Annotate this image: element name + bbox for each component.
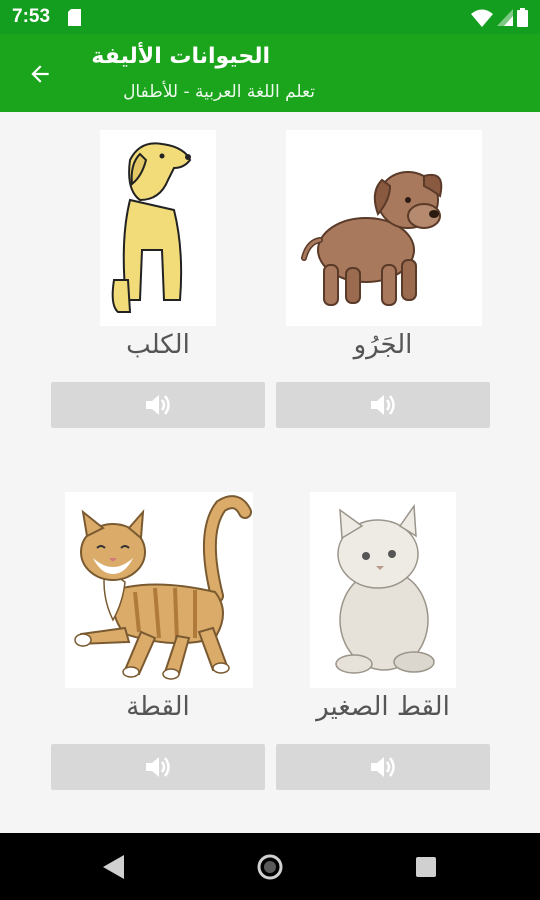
sd-card-icon [68,9,81,30]
kitten-image[interactable] [310,492,456,688]
nav-back-button[interactable] [98,851,130,883]
animal-name-label: القط الصغير [316,692,450,722]
status-bar: 7:53 [0,0,540,34]
page-title: الحيوانات الأليفة [91,44,270,69]
speaker-icon [146,395,170,415]
back-button[interactable] [20,54,60,94]
animal-name-label: الكلب [126,330,190,360]
play-sound-button[interactable] [276,744,490,790]
animal-name-label: الجَرُو [353,330,413,360]
signal-icon [497,9,513,30]
puppy-image[interactable] [286,130,482,326]
play-sound-button[interactable] [276,382,490,428]
wifi-icon [471,9,493,31]
recents-square-icon [416,857,436,877]
dog-image[interactable] [100,130,216,326]
back-triangle-icon [103,855,124,879]
home-circle-icon [257,854,283,880]
nav-recents-button[interactable] [410,851,442,883]
cat-image[interactable] [65,492,253,688]
speaker-icon [371,395,395,415]
speaker-icon [371,757,395,777]
status-time: 7:53 [12,6,51,27]
arrow-back-icon [31,65,49,83]
page-subtitle: تعلم اللغة العربية - للأطفال [123,82,315,102]
battery-icon [517,8,528,31]
play-sound-button[interactable] [51,382,265,428]
animal-name-label: القطة [126,692,190,722]
animal-grid: الجَرُو الكلب القط الصغير القطة [0,112,540,833]
status-icons [471,8,528,31]
speaker-icon [146,757,170,777]
play-sound-button[interactable] [51,744,265,790]
app-bar: الحيوانات الأليفة تعلم اللغة العربية - ل… [0,34,540,112]
system-nav-bar [0,833,540,900]
nav-home-button[interactable] [254,851,286,883]
